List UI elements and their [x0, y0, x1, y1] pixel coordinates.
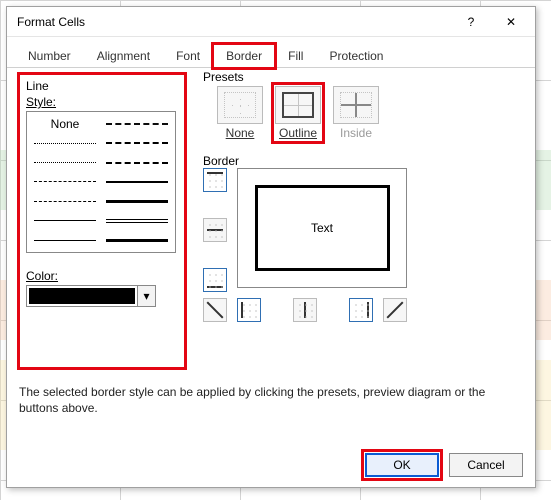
close-button[interactable]: ✕	[491, 8, 531, 36]
line-style-opt[interactable]	[29, 172, 101, 191]
preset-inside-icon	[340, 92, 372, 118]
line-style-opt[interactable]	[29, 133, 101, 152]
line-style-label: Style:	[26, 95, 178, 109]
border-horizontal-icon	[207, 222, 223, 238]
dialog-title: Format Cells	[17, 15, 451, 29]
tab-fill[interactable]: Fill	[275, 44, 316, 68]
line-style-opt[interactable]	[101, 231, 173, 250]
line-style-list[interactable]: None	[26, 111, 176, 253]
presets-row: None Outline Inside	[217, 86, 379, 140]
presets-label: Presets	[203, 70, 244, 84]
preset-none[interactable]: None	[217, 86, 263, 140]
format-cells-dialog: Format Cells ? ✕ Number Alignment Font B…	[6, 6, 536, 488]
line-style-opt[interactable]	[29, 153, 101, 172]
line-style-opt[interactable]	[101, 153, 173, 172]
diagonal-down-icon	[207, 302, 223, 318]
border-left-icon	[241, 302, 257, 318]
border-top-button[interactable]	[203, 168, 227, 192]
tab-number[interactable]: Number	[15, 44, 84, 68]
line-group-label: Line	[26, 79, 178, 93]
border-bottom-button[interactable]	[203, 268, 227, 292]
tab-font[interactable]: Font	[163, 44, 213, 68]
line-color-label: Color:	[26, 269, 178, 283]
tab-protection[interactable]: Protection	[316, 44, 396, 68]
hint-text: The selected border style can be applied…	[19, 384, 515, 416]
line-color-dropdown[interactable]: ▾	[26, 285, 156, 307]
line-style-opt[interactable]	[101, 192, 173, 211]
line-style-opt[interactable]	[101, 114, 173, 133]
border-preview[interactable]: Text	[237, 168, 407, 288]
help-button[interactable]: ?	[451, 8, 491, 36]
line-style-opt[interactable]	[101, 172, 173, 191]
titlebar: Format Cells ? ✕	[7, 7, 535, 37]
color-swatch-icon	[29, 288, 135, 304]
question-icon: ?	[468, 15, 475, 29]
border-label: Border	[203, 154, 239, 168]
tab-alignment[interactable]: Alignment	[84, 44, 163, 68]
line-style-none[interactable]: None	[29, 114, 101, 133]
border-bottom-icon	[207, 272, 223, 288]
preset-inside[interactable]: Inside	[333, 86, 379, 140]
border-preview-inner: Text	[255, 185, 390, 271]
border-diagonal-up-button[interactable]	[383, 298, 407, 322]
line-style-opt[interactable]	[101, 211, 173, 230]
dialog-buttons: OK Cancel	[365, 453, 523, 477]
tabstrip: Number Alignment Font Border Fill Protec…	[7, 37, 535, 68]
line-style-opt[interactable]	[29, 192, 101, 211]
border-right-icon	[353, 302, 369, 318]
close-icon: ✕	[506, 15, 516, 29]
dialog-body: Line Style: None Color:	[7, 68, 535, 487]
diagonal-up-icon	[387, 302, 403, 318]
border-area: Text	[203, 168, 403, 318]
border-vertical-button[interactable]	[293, 298, 317, 322]
border-horizontal-button[interactable]	[203, 218, 227, 242]
chevron-down-icon: ▾	[137, 286, 155, 306]
border-vertical-icon	[297, 302, 313, 318]
line-style-opt[interactable]	[29, 211, 101, 230]
preset-outline[interactable]: Outline	[275, 86, 321, 140]
ok-button[interactable]: OK	[365, 453, 439, 477]
line-group: Line Style: None Color:	[17, 72, 187, 370]
cancel-button[interactable]: Cancel	[449, 453, 523, 477]
border-left-button[interactable]	[237, 298, 261, 322]
line-style-opt[interactable]	[101, 133, 173, 152]
border-top-icon	[207, 172, 223, 188]
preview-text: Text	[311, 221, 333, 235]
border-right-button[interactable]	[349, 298, 373, 322]
line-style-opt[interactable]	[29, 231, 101, 250]
tab-border[interactable]: Border	[213, 44, 275, 68]
border-diagonal-down-button[interactable]	[203, 298, 227, 322]
preset-outline-icon	[282, 92, 314, 118]
preset-none-icon	[224, 92, 256, 118]
